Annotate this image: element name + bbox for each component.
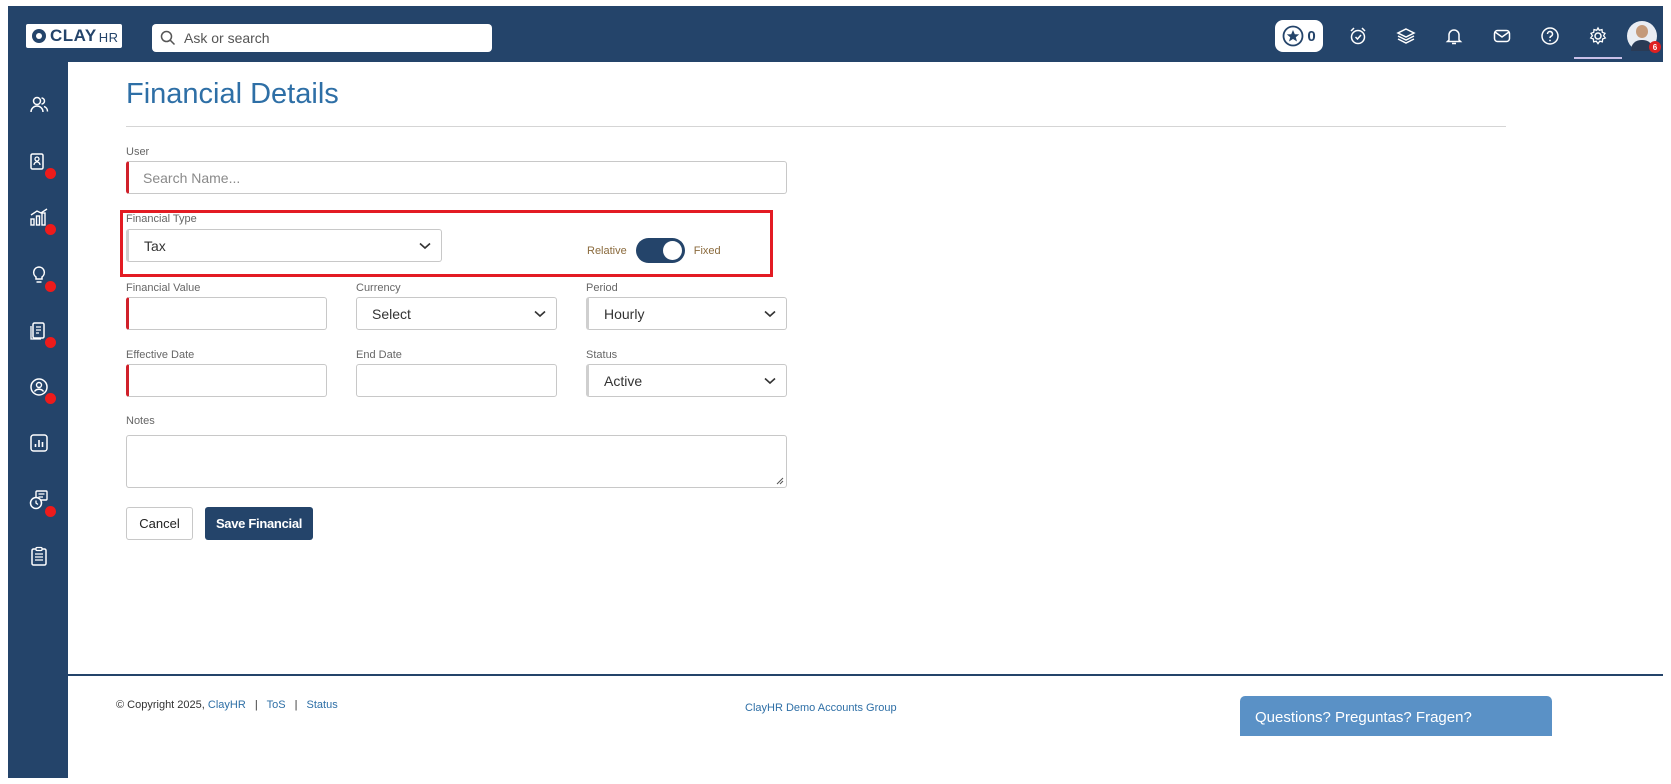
currency-value: Select xyxy=(372,305,411,322)
search-placeholder: Ask or search xyxy=(184,30,270,46)
account-group-name: ClayHR Demo Accounts Group xyxy=(745,702,897,714)
sidebar-item-ideas[interactable] xyxy=(26,262,56,292)
notes-textarea[interactable] xyxy=(126,435,787,488)
clayhr-link[interactable]: ClayHR xyxy=(208,699,246,711)
gear-icon xyxy=(1589,26,1607,45)
end-date-input[interactable] xyxy=(356,364,557,397)
logo-suffix: HR xyxy=(98,30,119,45)
help-chat-tab[interactable]: Questions? Preguntas? Fragen? xyxy=(1240,696,1552,736)
footer-separator: | xyxy=(294,699,298,711)
page-title: Financial Details xyxy=(126,78,339,110)
effective-date-label: Effective Date xyxy=(126,349,195,361)
sidebar-item-documents[interactable] xyxy=(26,318,56,348)
alarm-clock-icon xyxy=(1350,27,1366,45)
star-icon xyxy=(1282,25,1304,47)
help-icon xyxy=(1541,27,1559,45)
user-search-input[interactable]: Search Name... xyxy=(126,161,787,194)
status-select[interactable]: Active xyxy=(586,364,787,397)
status-value: Active xyxy=(604,372,643,389)
notifications-button[interactable] xyxy=(1435,17,1473,55)
user-label: User xyxy=(126,146,150,158)
chevron-down-icon xyxy=(534,310,546,317)
period-value: Hourly xyxy=(604,305,645,322)
tos-link[interactable]: ToS xyxy=(267,699,286,711)
notification-dot xyxy=(45,281,56,292)
financial-type-label: Financial Type xyxy=(126,213,197,225)
layers-icon xyxy=(1396,28,1416,44)
financial-type-value: Tax xyxy=(144,237,166,254)
sidebar xyxy=(8,62,68,778)
points-badge[interactable]: 0 xyxy=(1275,20,1323,52)
settings-button[interactable] xyxy=(1574,17,1622,59)
clipboard-icon xyxy=(31,546,47,566)
currency-select[interactable]: Select xyxy=(356,297,557,330)
period-label: Period xyxy=(586,282,618,294)
points-count: 0 xyxy=(1307,27,1316,45)
footer-separator: | xyxy=(254,699,258,711)
alarm-clock-button[interactable] xyxy=(1339,17,1377,55)
global-search-input[interactable]: Ask or search xyxy=(152,24,492,52)
app-frame: CLAY HR Ask or search 0 6 Financial Deta… xyxy=(8,6,1663,778)
financial-value-input[interactable] xyxy=(126,297,327,330)
layers-button[interactable] xyxy=(1387,17,1425,55)
clayhr-logo[interactable]: CLAY HR xyxy=(26,24,122,48)
cancel-button[interactable]: Cancel xyxy=(126,507,193,540)
user-avatar[interactable]: 6 xyxy=(1627,21,1661,53)
search-icon xyxy=(160,30,176,46)
people-icon xyxy=(30,96,49,113)
relative-fixed-toggle-group: Relative Fixed xyxy=(587,238,721,263)
chevron-down-icon xyxy=(764,310,776,317)
sidebar-item-performance[interactable] xyxy=(26,205,56,235)
end-date-label: End Date xyxy=(356,349,402,361)
notification-dot xyxy=(45,168,56,179)
report-chart-icon xyxy=(30,434,48,452)
period-select[interactable]: Hourly xyxy=(586,297,787,330)
effective-date-input[interactable] xyxy=(126,364,327,397)
logo-text: CLAY xyxy=(50,26,97,45)
messages-button[interactable] xyxy=(1483,17,1521,55)
copyright-text: © Copyright 2025, xyxy=(116,699,205,711)
avatar-badge: 6 xyxy=(1649,41,1661,53)
financial-value-label: Financial Value xyxy=(126,282,201,294)
status-link[interactable]: Status xyxy=(307,699,338,711)
sidebar-item-people[interactable] xyxy=(26,92,52,118)
top-icon-bar: 0 6 xyxy=(1275,16,1663,59)
notification-dot xyxy=(45,506,56,517)
footer-copyright: © Copyright 2025, ClayHR | ToS | Status xyxy=(116,699,338,711)
sidebar-item-profile[interactable] xyxy=(26,374,56,404)
relative-fixed-toggle[interactable] xyxy=(635,238,685,263)
financial-type-select[interactable]: Tax xyxy=(126,229,442,262)
resize-grip-icon[interactable] xyxy=(776,477,784,485)
mail-icon xyxy=(1493,29,1511,43)
sidebar-item-checklist[interactable] xyxy=(26,543,52,569)
sidebar-item-hiring[interactable] xyxy=(26,149,56,179)
sidebar-item-reports[interactable] xyxy=(26,430,52,456)
save-financial-button[interactable]: Save Financial xyxy=(205,507,313,540)
main-content: Financial Details User Search Name... Fi… xyxy=(68,62,1663,674)
user-search-placeholder: Search Name... xyxy=(143,169,241,186)
toggle-label-fixed: Fixed xyxy=(693,244,721,257)
help-button[interactable] xyxy=(1531,17,1569,55)
status-label: Status xyxy=(586,349,618,361)
bell-icon xyxy=(1445,29,1463,45)
logo-mark-icon xyxy=(32,29,46,43)
chevron-down-icon xyxy=(419,242,431,249)
chevron-down-icon xyxy=(764,377,776,384)
sidebar-item-timesheet[interactable] xyxy=(26,487,56,517)
notes-label: Notes xyxy=(126,415,155,427)
top-bar: CLAY HR Ask or search 0 6 xyxy=(8,6,1663,62)
notification-dot xyxy=(45,393,56,404)
title-divider xyxy=(126,126,1506,127)
toggle-label-relative: Relative xyxy=(587,244,627,257)
currency-label: Currency xyxy=(356,282,401,294)
notification-dot xyxy=(45,337,56,348)
avatar-head xyxy=(1636,25,1648,38)
notification-dot xyxy=(45,224,56,235)
